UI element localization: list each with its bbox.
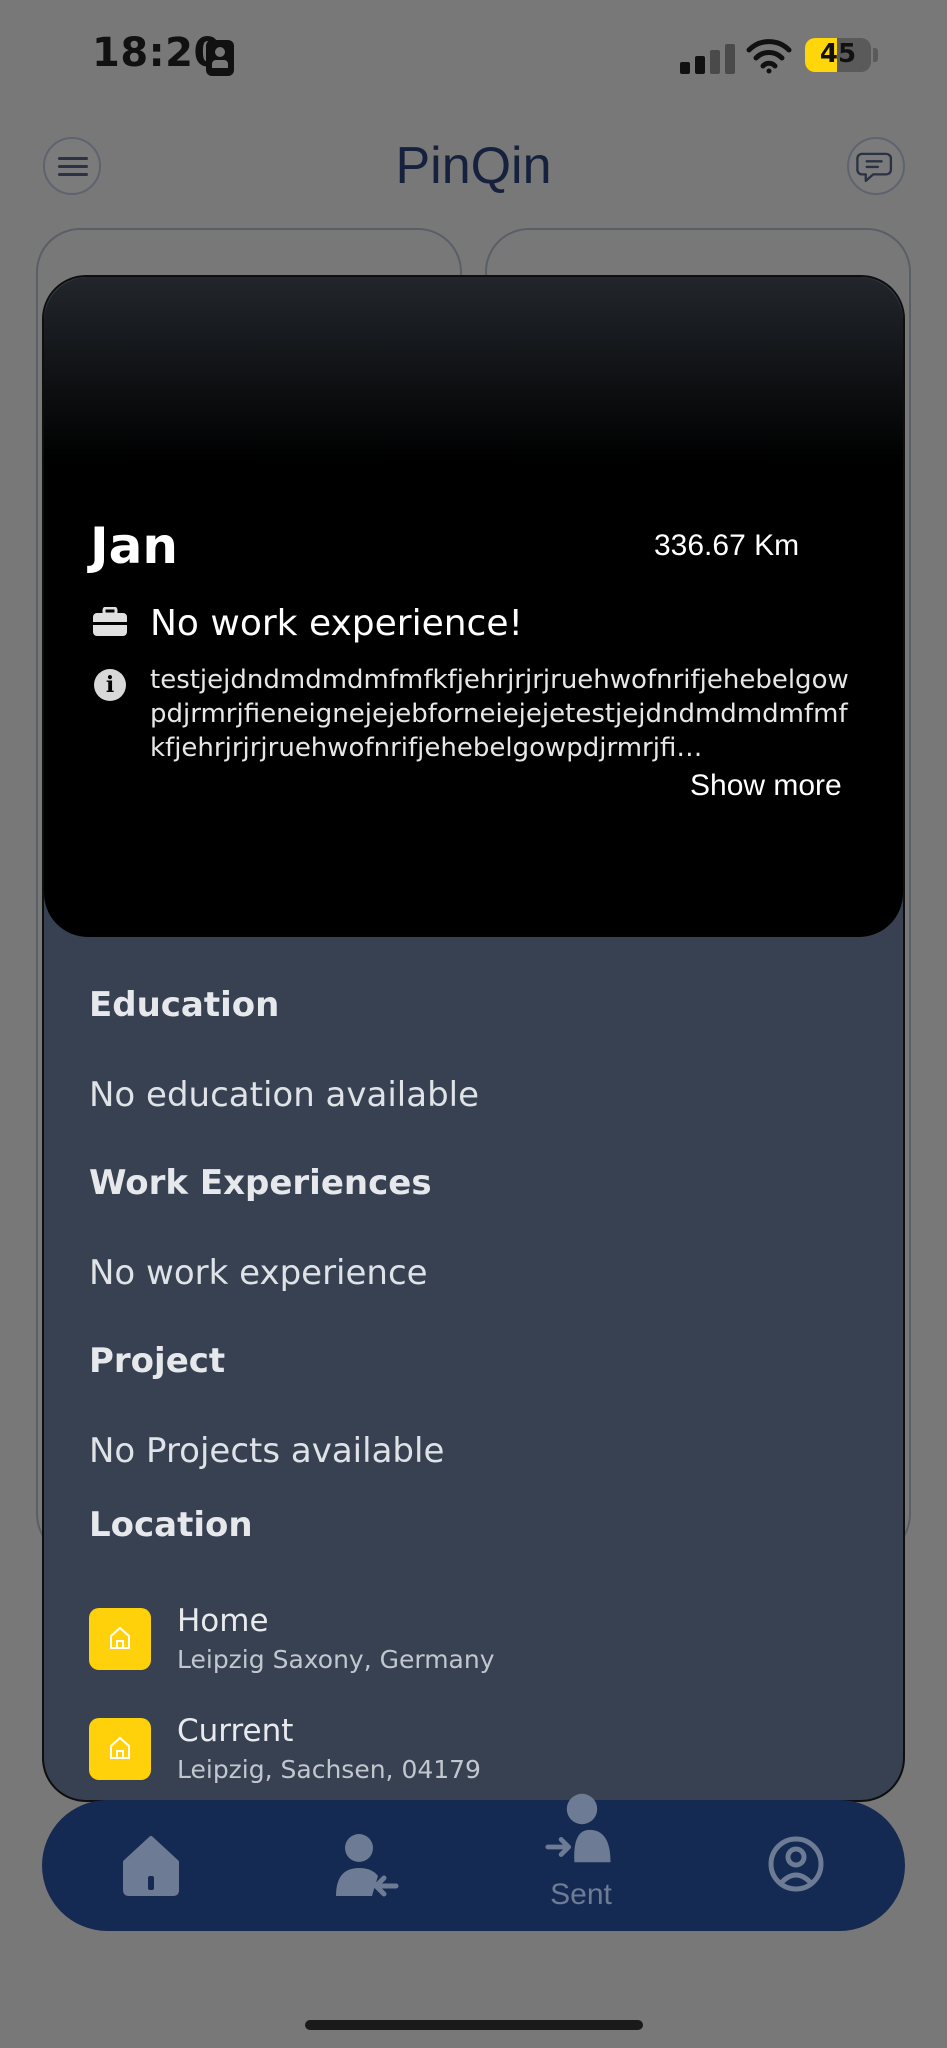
person-incoming-icon	[336, 1834, 399, 1897]
nav-sent[interactable]	[544, 1790, 620, 1866]
location-title: Location	[89, 1505, 253, 1545]
info-icon: i	[94, 669, 126, 701]
profile-bio: testjejdndmdmdmfmfkfjehrjrjrjruehwofnrif…	[150, 665, 849, 763]
battery-level: 45	[819, 39, 857, 69]
status-time: 18:20	[92, 30, 222, 76]
location-home-address: Leipzig Saxony, Germany	[177, 1645, 495, 1674]
wifi-icon	[746, 39, 792, 74]
work-experiences-text: No work experience	[89, 1253, 428, 1293]
profile-distance: 336.67 Km	[654, 529, 800, 562]
id-badge-icon	[206, 40, 234, 76]
cellular-signal-icon	[680, 44, 738, 74]
person-send-icon	[545, 1793, 611, 1863]
location-home-name: Home	[177, 1603, 269, 1639]
work-summary: No work experience!	[150, 603, 523, 644]
location-current-address: Leipzig, Sachsen, 04179	[177, 1755, 481, 1784]
show-more-link[interactable]: Show more	[690, 769, 842, 803]
work-experiences-title: Work Experiences	[89, 1163, 432, 1203]
nav-sent-label: Sent	[550, 1878, 612, 1911]
education-text: No education available	[89, 1075, 480, 1115]
chat-button[interactable]	[847, 137, 905, 195]
education-title: Education	[89, 985, 280, 1025]
project-title: Project	[89, 1341, 226, 1381]
briefcase-icon	[92, 607, 128, 636]
battery-tip	[873, 48, 878, 62]
profile-name: Jan	[90, 517, 178, 575]
battery-icon: 45	[805, 38, 871, 72]
home-indicator[interactable]	[305, 2020, 643, 2030]
nav-profile[interactable]	[756, 1824, 836, 1904]
nav-received[interactable]	[324, 1824, 404, 1904]
chat-bubble-icon	[856, 152, 893, 183]
nav-home[interactable]	[111, 1824, 191, 1904]
user-circle-icon	[768, 1836, 824, 1892]
house-icon	[89, 1608, 151, 1670]
project-text: No Projects available	[89, 1431, 445, 1471]
home-icon	[123, 1836, 179, 1896]
app-title: PinQin	[395, 137, 552, 195]
house-icon	[89, 1718, 151, 1780]
profile-card[interactable]: Jan 336.67 Km No work experience! i test…	[42, 275, 905, 1802]
location-current-name: Current	[177, 1713, 294, 1749]
